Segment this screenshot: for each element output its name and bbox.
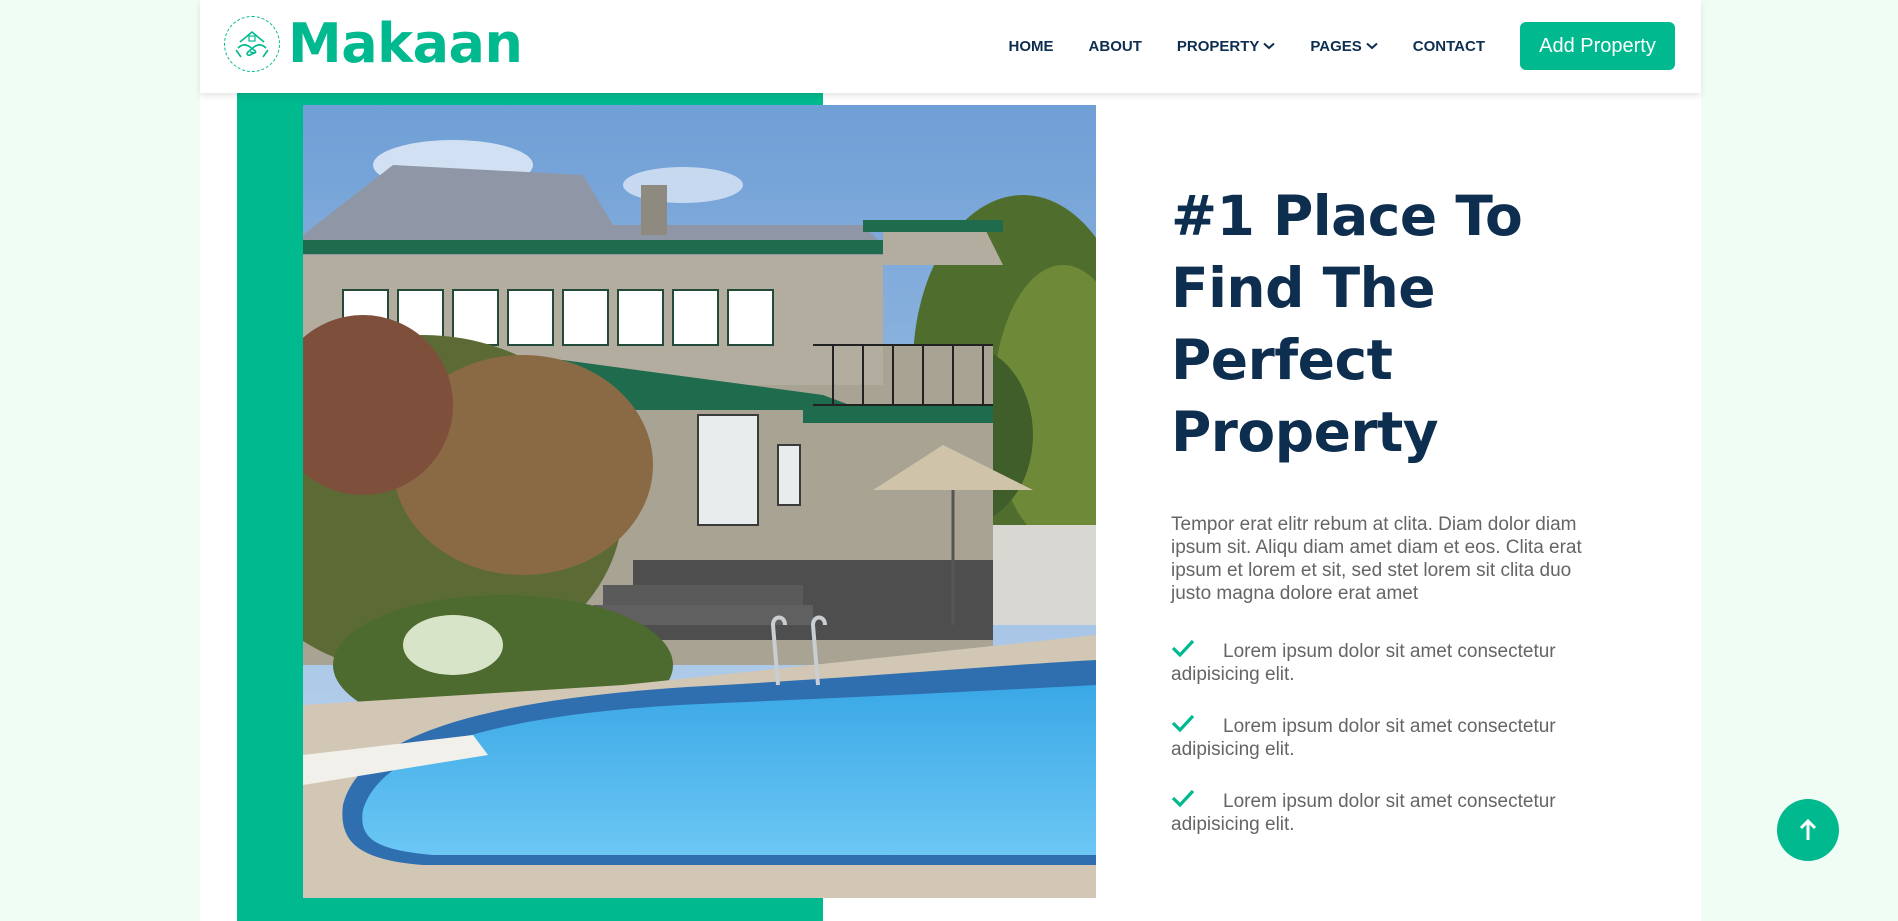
nav-pages-label: PAGES [1310, 37, 1362, 55]
image-frame-accent-top [237, 93, 523, 105]
handshake-house-icon [224, 16, 280, 72]
hero-headline: #1 Place To Find The Perfect Property [1171, 184, 1523, 464]
check-icon [1171, 639, 1195, 658]
back-to-top-button[interactable] [1777, 799, 1839, 861]
check-icon [1171, 714, 1195, 733]
hero-image [303, 105, 1096, 898]
chevron-down-icon [1263, 42, 1276, 50]
brand[interactable]: Makaan [224, 12, 523, 75]
list-item: Lorem ipsum dolor sit amet consectetur a… [1171, 788, 1591, 836]
nav-contact-label: CONTACT [1412, 37, 1485, 55]
check-icon [1171, 789, 1195, 808]
nav-pages-dropdown[interactable]: PAGES [1310, 22, 1378, 70]
list-item: Lorem ipsum dolor sit amet consectetur a… [1171, 713, 1591, 761]
list-item: Lorem ipsum dolor sit amet consectetur a… [1171, 638, 1591, 686]
nav-about[interactable]: ABOUT [1089, 22, 1142, 70]
hero-content: #1 Place To Find The Perfect Property Te… [1171, 180, 1591, 863]
hero-lead-text: Tempor erat elitr rebum at clita. Diam d… [1171, 514, 1582, 604]
nav-about-label: ABOUT [1088, 37, 1142, 55]
feature-text: Lorem ipsum dolor sit amet consectetur a… [1171, 791, 1556, 835]
feature-text: Lorem ipsum dolor sit amet consectetur a… [1171, 716, 1556, 760]
navbar: Makaan HOME ABOUT PROPERTY PAGES CONTACT… [200, 0, 1701, 93]
chevron-down-icon [1366, 42, 1378, 50]
nav-home-label: HOME [1008, 37, 1054, 55]
nav-property-dropdown[interactable]: PROPERTY [1177, 22, 1276, 70]
feature-text: Lorem ipsum dolor sit amet consectetur a… [1171, 641, 1556, 685]
image-frame-accent-bottom [237, 898, 823, 921]
nav-home[interactable]: HOME [1009, 22, 1054, 70]
add-property-button[interactable]: Add Property [1520, 22, 1675, 70]
nav-property-label: PROPERTY [1176, 37, 1260, 55]
main-nav: HOME ABOUT PROPERTY PAGES CONTACT Add Pr… [1009, 22, 1675, 70]
nav-contact[interactable]: CONTACT [1413, 22, 1485, 70]
feature-list: Lorem ipsum dolor sit amet consectetur a… [1171, 638, 1591, 836]
arrow-up-icon [1799, 818, 1817, 840]
brand-name: Makaan [288, 12, 523, 75]
